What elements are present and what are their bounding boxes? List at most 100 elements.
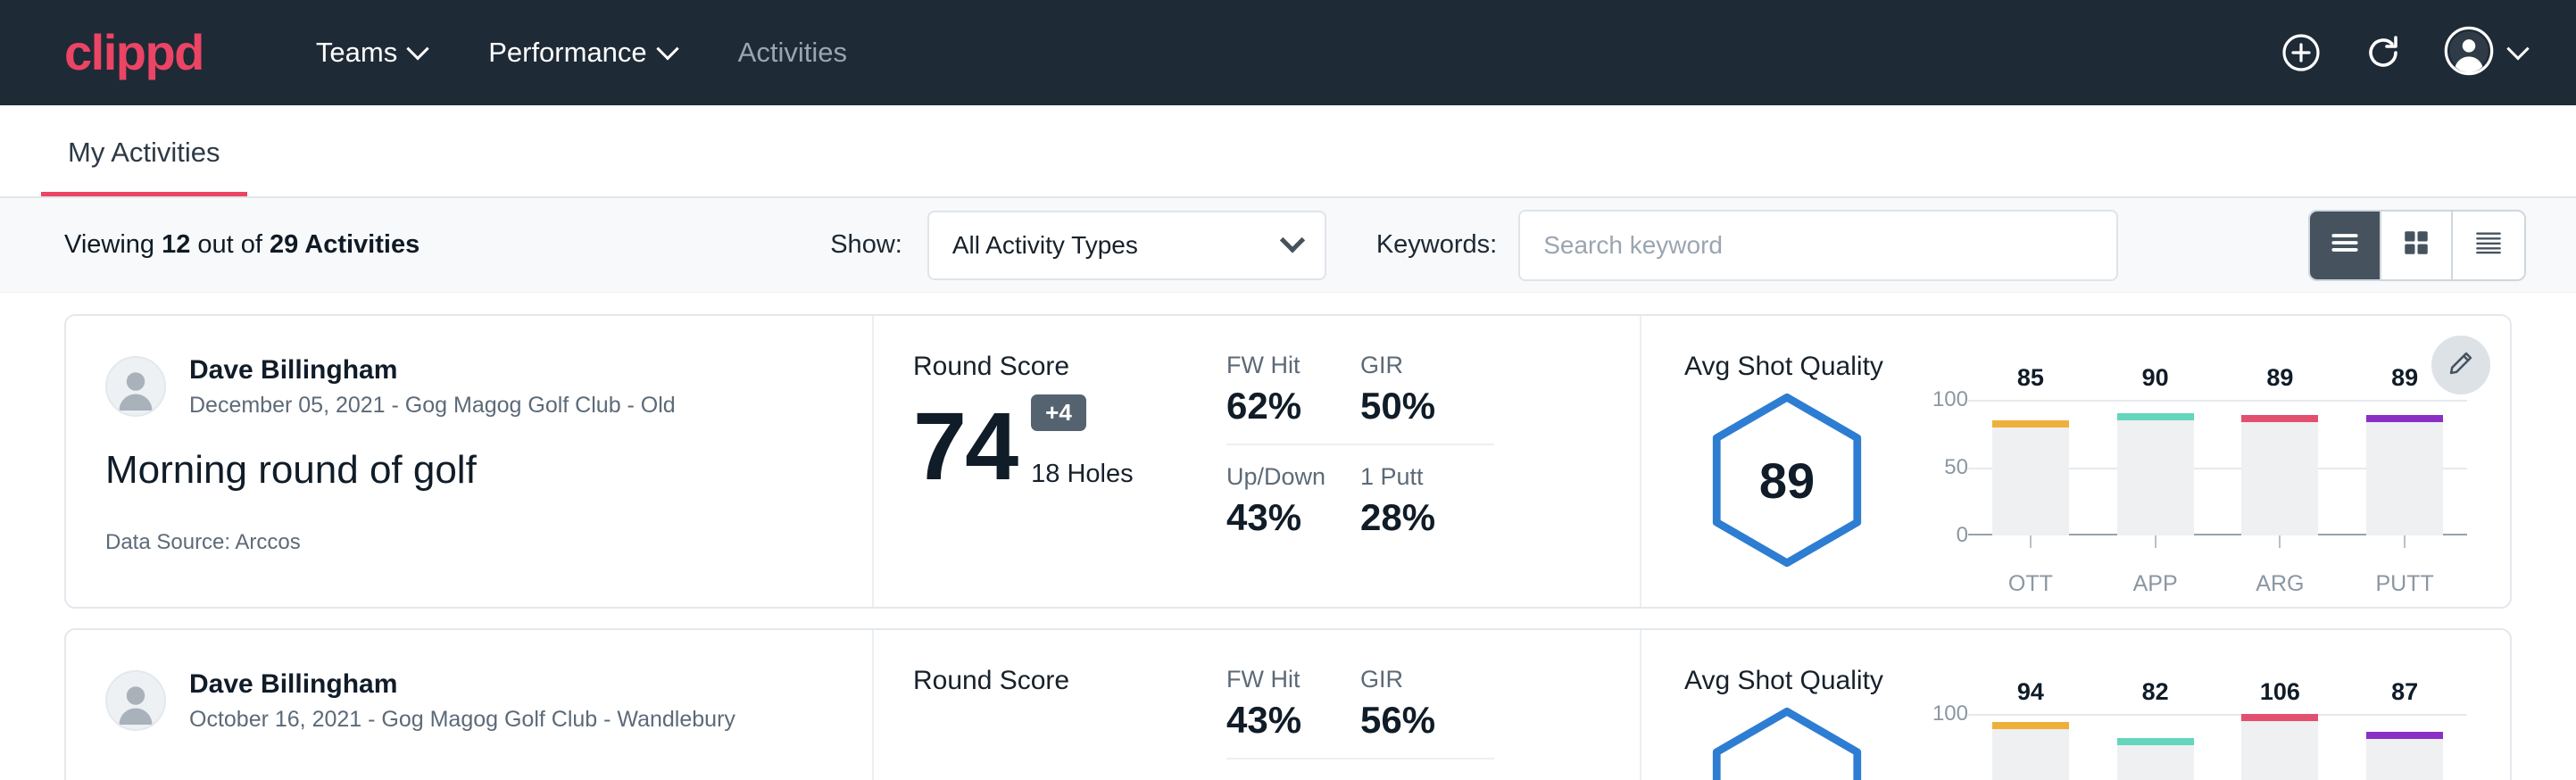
score-to-par-badge: +4	[1031, 394, 1086, 431]
holes-label: 18 Holes	[1031, 460, 1133, 489]
shot-quality-bar-chart: 100 94 82	[1890, 701, 2467, 780]
compact-list-icon	[2472, 226, 2505, 264]
chevron-down-icon	[1280, 228, 1305, 253]
chart-x-labels: OTT APP ARG PUTT	[1968, 571, 2467, 597]
hexagon-score: 89	[1684, 387, 1890, 568]
x-tick	[2117, 535, 2194, 548]
shot-quality-bar-chart: 100 50 0 85	[1890, 387, 2467, 597]
x-label-arg: ARG	[2241, 571, 2318, 597]
stat-fw-hit: FW Hit 62%	[1226, 352, 1360, 445]
stat-fw-hit: FW Hit 43%	[1226, 666, 1360, 759]
nav-item-activities[interactable]: Activities	[713, 24, 872, 81]
tab-bar: My Activities	[0, 105, 2576, 198]
stat-up-down: Up/Down 43%	[1226, 445, 1360, 539]
stat-one-putt-label: 1 Putt	[1360, 463, 1458, 491]
bar-ott-cap	[1992, 722, 2069, 729]
hexagon-score	[1684, 701, 1890, 780]
round-score-label: Round Score	[913, 666, 1226, 696]
x-label-app: APP	[2117, 571, 2194, 597]
stats-grid: FW Hit 43% GIR 56%	[1226, 666, 1640, 759]
list-view-button[interactable]	[2310, 212, 2381, 279]
stat-gir: GIR 56%	[1360, 666, 1494, 759]
activity-title: Morning round of golf	[105, 448, 833, 493]
compact-view-button[interactable]	[2453, 212, 2524, 279]
view-mode-toggle	[2308, 210, 2526, 281]
nav-item-teams[interactable]: Teams	[291, 24, 451, 81]
bar-arg-cap	[2241, 714, 2318, 721]
list-icon	[2328, 226, 2362, 264]
chevron-down-icon	[656, 37, 678, 60]
bar-arg: 89	[2241, 400, 2318, 535]
avg-shot-quality-column: Avg Shot Quality 100	[1641, 630, 2510, 780]
keywords-filter-group: Keywords:	[1376, 210, 2118, 281]
x-tick	[2366, 535, 2443, 548]
viewing-total: 29 Activities	[270, 230, 420, 259]
bar-putt-cap	[2366, 732, 2443, 739]
plus-circle-icon[interactable]	[2280, 31, 2323, 74]
data-source-label: Data Source: Arccos	[105, 530, 833, 555]
stats-column: FW Hit 43% GIR 56%	[1226, 630, 1641, 780]
search-input[interactable]	[1518, 210, 2118, 281]
player-name: Dave Billingham	[189, 668, 735, 701]
activity-card[interactable]: Dave Billingham December 05, 2021 - Gog …	[64, 314, 2512, 609]
avg-shot-quality-row: 89 100 50 0	[1684, 387, 2467, 597]
x-label-putt: PUTT	[2366, 571, 2443, 597]
edit-activity-button[interactable]	[2431, 336, 2490, 394]
activity-type-select-value: All Activity Types	[952, 231, 1138, 260]
grid-icon	[2400, 227, 2432, 263]
nav-item-teams-label: Teams	[316, 37, 397, 69]
round-score-row: 74 +4 18 Holes	[913, 394, 1226, 493]
stat-gir-label: GIR	[1360, 352, 1458, 379]
viewing-prefix: Viewing	[64, 230, 162, 259]
filter-bar: Viewing 12 out of 29 Activities Show: Al…	[0, 198, 2576, 293]
activity-card-list: Dave Billingham December 05, 2021 - Gog …	[0, 293, 2576, 780]
grid-view-button[interactable]	[2381, 212, 2453, 279]
bar-ott-value: 85	[2017, 364, 2044, 420]
refresh-icon[interactable]	[2362, 31, 2405, 74]
chart-y-axis: 100 50 0	[1916, 400, 1968, 535]
chart-bars: 94 82 106	[1968, 714, 2467, 780]
y-tick-100: 100	[1932, 387, 1968, 412]
activity-type-select[interactable]: All Activity Types	[927, 211, 1326, 280]
stat-one-putt-value: 28%	[1360, 496, 1458, 539]
stat-gir: GIR 50%	[1360, 352, 1494, 445]
stat-gir-label: GIR	[1360, 666, 1458, 693]
stat-one-putt: 1 Putt 28%	[1360, 445, 1494, 539]
account-menu[interactable]	[2444, 26, 2526, 80]
bar-arg-cap	[2241, 415, 2318, 422]
player-row: Dave Billingham December 05, 2021 - Gog …	[105, 353, 833, 419]
bar-arg-value: 106	[2260, 678, 2300, 706]
y-tick-0: 0	[1957, 523, 1968, 548]
viewing-summary: Viewing 12 out of 29 Activities	[64, 230, 420, 260]
x-label-ott: OTT	[1992, 571, 2069, 597]
show-filter-group: Show: All Activity Types	[830, 211, 1326, 280]
bar-putt: 87	[2366, 714, 2443, 780]
pencil-icon	[2447, 349, 2475, 382]
viewing-count: 12	[162, 230, 190, 259]
x-tick	[1992, 535, 2069, 548]
bar-app-cap	[2117, 413, 2194, 420]
player-name: Dave Billingham	[189, 353, 676, 387]
chevron-down-icon	[2506, 37, 2529, 60]
stats-column: FW Hit 62% GIR 50% Up/Down 43% 1 Putt 28…	[1226, 316, 1641, 607]
activity-card[interactable]: Dave Billingham October 16, 2021 - Gog M…	[64, 628, 2512, 780]
main-nav-items: Teams Performance Activities	[291, 24, 872, 81]
clippd-logo[interactable]: clippd	[64, 28, 204, 78]
chart-x-ticks	[1968, 535, 2467, 548]
activity-meta: December 05, 2021 - Gog Magog Golf Club …	[189, 391, 676, 420]
bar-ott: 85	[1992, 400, 2069, 535]
chart-plot-area: 94 82 106	[1968, 714, 2467, 780]
y-tick-50: 50	[1944, 455, 1968, 480]
avg-shot-quality-column: Avg Shot Quality 89 100 50 0	[1641, 316, 2510, 607]
stat-gir-value: 56%	[1360, 699, 1458, 742]
x-tick	[2241, 535, 2318, 548]
bar-ott-cap	[1992, 420, 2069, 427]
tab-my-activities-label: My Activities	[68, 137, 220, 168]
tab-my-activities[interactable]: My Activities	[41, 137, 247, 196]
avg-shot-quality-value: 89	[1708, 393, 1866, 568]
chart-plot-area: 85 90	[1968, 400, 2467, 535]
nav-item-performance-label: Performance	[488, 37, 646, 69]
activity-info-column: Dave Billingham October 16, 2021 - Gog M…	[66, 630, 874, 780]
y-tick-100: 100	[1932, 701, 1968, 726]
nav-item-performance[interactable]: Performance	[463, 24, 700, 81]
